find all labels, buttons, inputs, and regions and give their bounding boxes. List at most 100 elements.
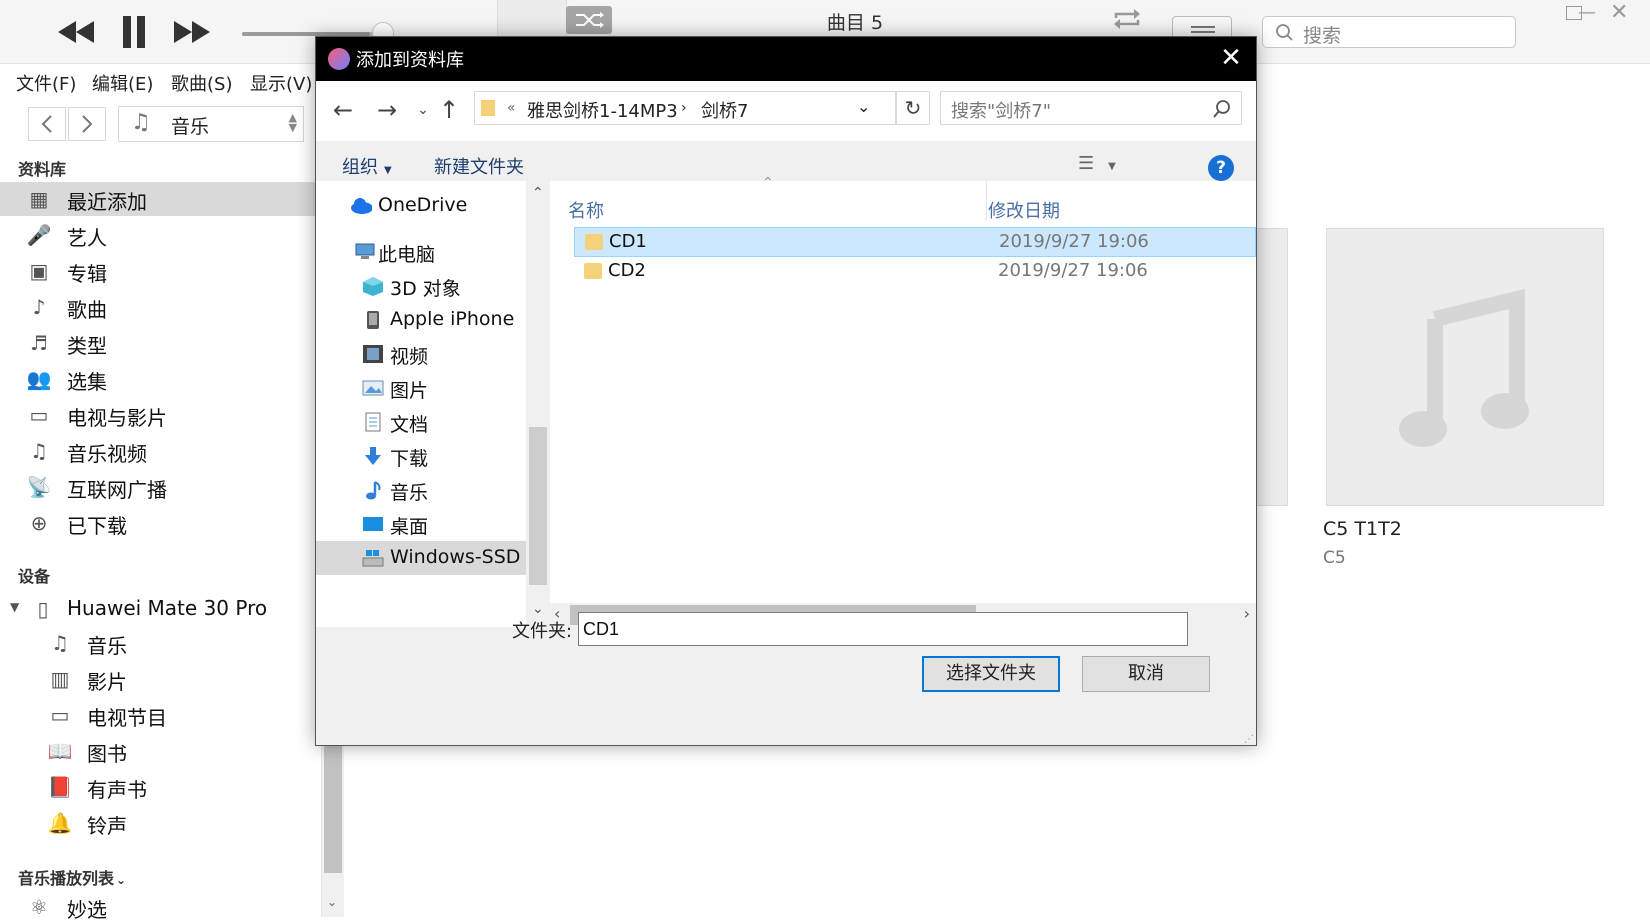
album-artist[interactable]: C5 (1323, 548, 1346, 568)
forward-button[interactable] (68, 107, 106, 141)
column-header-modified[interactable]: 修改日期 (988, 197, 1060, 223)
file-row[interactable]: CD2 2019/9/27 19:06 (574, 257, 1256, 287)
device-item-tones[interactable]: 🔔 铃声 (0, 806, 322, 840)
device-item-tv[interactable]: ▭ 电视节目 (0, 698, 322, 732)
back-button[interactable] (28, 107, 66, 141)
scroll-down-icon[interactable]: ⌄ (532, 601, 544, 617)
address-bar[interactable]: « 雅思剑桥1-14MP3 › 剑桥7 ⌄ (474, 91, 896, 125)
media-kind-select[interactable]: ♫ 音乐 ▲ ▼ (118, 106, 304, 142)
device-item-audiobooks[interactable]: 📕 有声书 (0, 770, 322, 804)
select-folder-button[interactable]: 选择文件夹 (922, 656, 1060, 692)
view-options-button[interactable]: ☰ ▼ (1078, 153, 1116, 174)
column-divider[interactable] (986, 181, 987, 221)
menu-song[interactable]: 歌曲(S) (171, 70, 232, 96)
music-note-placeholder-icon (1399, 288, 1529, 447)
folder-name-input[interactable] (578, 612, 1188, 646)
help-icon[interactable]: ? (1208, 155, 1234, 181)
search-icon (1213, 100, 1230, 118)
overflow-chevron-icon[interactable]: « (507, 100, 516, 116)
sidebar-item-recently-added[interactable]: ▦ 最近添加 (0, 182, 322, 216)
device-item-books[interactable]: 📖 图书 (0, 734, 322, 768)
updown-icon: ▲ ▼ (288, 111, 297, 134)
sidebar-item-label: 音乐视频 (67, 442, 147, 466)
sidebar-scrollbar[interactable]: ⌄ (322, 735, 344, 917)
fast-forward-button[interactable] (172, 14, 212, 50)
sidebar-item-compilations[interactable]: 👥 选集 (0, 362, 322, 396)
device-item-movies[interactable]: ▥ 影片 (0, 662, 322, 696)
library-search-input[interactable]: 搜索 (1262, 16, 1516, 48)
shuffle-icon (576, 12, 604, 28)
new-folder-button[interactable]: 新建文件夹 (434, 153, 524, 179)
music-video-icon: ♫ (30, 439, 48, 463)
sidebar-device[interactable]: ▼ ▯ Huawei Mate 30 Pro (0, 592, 322, 626)
repeat-button[interactable] (1110, 6, 1144, 32)
nav-item-3d-objects[interactable]: 3D 对象 (316, 269, 526, 303)
breadcrumb-separator-icon[interactable]: › (681, 100, 687, 116)
album-card-c5[interactable] (1326, 228, 1604, 506)
nav-item-pictures[interactable]: 图片 (316, 371, 526, 405)
nav-item-documents[interactable]: 文档 (316, 405, 526, 439)
devices-heading: 设备 (18, 567, 51, 586)
nav-item-windows-ssd[interactable]: Windows-SSD ( (316, 541, 526, 575)
album-icon: ▣ (29, 259, 49, 283)
itunes-app-icon (328, 48, 350, 70)
pause-icon (123, 16, 145, 48)
sidebar-item-downloaded[interactable]: ⊕ 已下载 (0, 506, 322, 540)
menu-edit[interactable]: 编辑(E) (92, 70, 153, 96)
cube-icon (363, 277, 383, 296)
sidebar-item-artists[interactable]: 🎤 艺人 (0, 218, 322, 252)
now-playing-title: 曲目 5 (826, 12, 884, 34)
close-icon[interactable]: ✕ (1206, 37, 1256, 81)
sidebar-item-albums[interactable]: ▣ 专辑 (0, 254, 322, 288)
refresh-button[interactable]: ↻ (896, 91, 930, 125)
sidebar-item-radio[interactable]: 📡 互联网广播 (0, 470, 322, 504)
folder-field-label: 文件夹: (512, 621, 573, 642)
nav-item-desktop[interactable]: 桌面 (316, 507, 526, 541)
menu-view[interactable]: 显示(V) (250, 70, 312, 96)
pause-button[interactable] (114, 14, 154, 50)
sidebar-item-songs[interactable]: ♪ 歌曲 (0, 290, 322, 324)
sidebar-item-label: 最近添加 (67, 190, 147, 214)
sidebar-scroll-thumb[interactable] (324, 743, 342, 873)
address-dropdown-icon[interactable]: ⌄ (857, 97, 870, 116)
sidebar-item-music-videos[interactable]: ♫ 音乐视频 (0, 434, 322, 468)
navigation-scroll-thumb[interactable] (529, 427, 547, 585)
sidebar-item-genres[interactable]: ♬ 类型 (0, 326, 322, 360)
nav-item-label: Apple iPhone (390, 308, 515, 330)
forward-arrow-icon[interactable]: → (372, 96, 402, 126)
close-window-button[interactable]: ✕ (1610, 0, 1628, 25)
nav-item-apple-iphone[interactable]: Apple iPhone (316, 303, 526, 337)
nav-item-this-pc[interactable]: 此电脑 (316, 235, 526, 269)
navigation-pane-scrollbar[interactable]: ⌃ ⌄ (526, 181, 550, 627)
device-item-music[interactable]: ♫ 音乐 (0, 626, 322, 660)
cancel-button[interactable]: 取消 (1082, 656, 1210, 692)
album-title[interactable]: C5 T1T2 (1323, 518, 1402, 540)
column-header-name[interactable]: 名称 (568, 197, 604, 223)
breadcrumb-segment[interactable]: 雅思剑桥1-14MP3 (527, 97, 678, 123)
nav-item-downloads[interactable]: 下载 (316, 439, 526, 473)
scroll-right-icon[interactable]: › (1244, 604, 1250, 623)
nav-item-music[interactable]: 音乐 (316, 473, 526, 507)
playlist-item-genius[interactable]: ⚛ 妙选 (0, 890, 322, 924)
chevron-down-icon: ⌄ (116, 873, 127, 887)
chevron-left-icon (41, 115, 52, 133)
maximize-button[interactable] (1566, 6, 1582, 20)
scroll-up-icon[interactable]: ⌃ (532, 185, 544, 201)
rewind-button[interactable] (56, 14, 96, 50)
resize-grip-icon[interactable]: ⋰ (1244, 734, 1254, 745)
sidebar-item-tv-movies[interactable]: ▭ 电视与影片 (0, 398, 322, 432)
breadcrumb-segment[interactable]: 剑桥7 (701, 97, 748, 123)
disclosure-triangle-icon[interactable]: ▼ (10, 600, 19, 614)
up-arrow-icon[interactable]: ↑ (434, 96, 464, 126)
file-row[interactable]: CD1 2019/9/27 19:06 (574, 227, 1256, 257)
shuffle-button[interactable] (566, 6, 612, 34)
nav-item-videos[interactable]: 视频 (316, 337, 526, 371)
menu-file[interactable]: 文件(F) (16, 70, 76, 96)
organize-button[interactable]: 组织 ▼ (342, 153, 392, 179)
scroll-down-icon[interactable]: ⌄ (327, 895, 337, 909)
nav-item-onedrive[interactable]: OneDrive (316, 189, 526, 223)
folder-search-input[interactable]: 搜索"剑桥7" (940, 91, 1242, 125)
back-arrow-icon[interactable]: ← (328, 96, 358, 126)
playlists-heading[interactable]: 音乐播放列表 ⌄ (18, 865, 126, 889)
document-icon (365, 412, 381, 432)
